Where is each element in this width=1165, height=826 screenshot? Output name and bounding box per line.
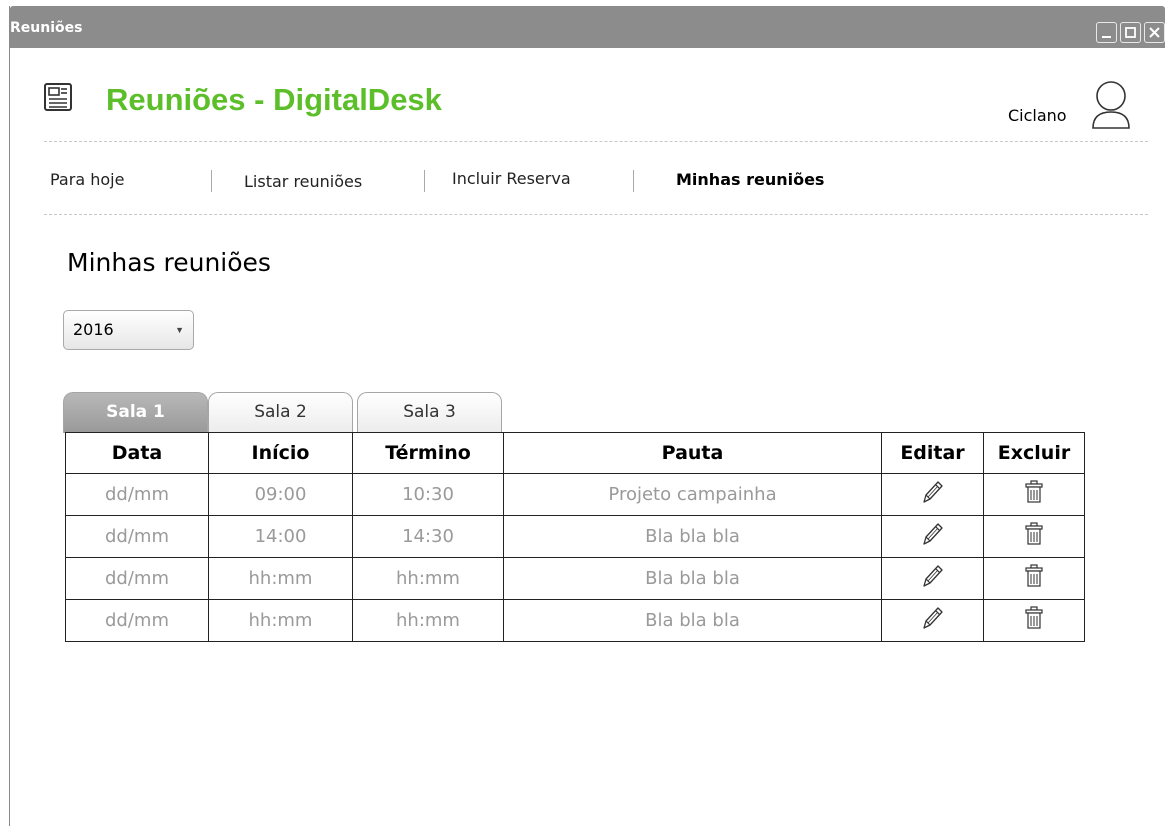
title-bar[interactable]: Reuniões [10, 6, 1165, 48]
cell-inicio: hh:mm [208, 557, 353, 600]
cell-inicio: 14:00 [208, 515, 353, 558]
cell-termino: 10:30 [352, 473, 504, 516]
minimize-button[interactable] [1096, 22, 1117, 43]
table-header-row: Data Início Término Pauta Editar Excluir [65, 432, 1085, 474]
column-header-termino: Término [352, 432, 504, 474]
cell-excluir [983, 557, 1085, 600]
close-icon [1149, 27, 1160, 38]
cell-termino: hh:mm [352, 557, 504, 600]
close-button[interactable] [1144, 22, 1165, 43]
edit-button[interactable] [922, 480, 944, 509]
meetings-table: Data Início Término Pauta Editar Excluir… [65, 432, 1085, 642]
table-row: dd/mm hh:mm hh:mm Bla bla bla [65, 599, 1085, 642]
cell-excluir [983, 473, 1085, 516]
nav-separator [424, 170, 425, 192]
nav-minhas-reunioes[interactable]: Minhas reuniões [676, 170, 824, 189]
chevron-down-icon: ▼ [175, 325, 184, 335]
cell-pauta: Bla bla bla [503, 599, 882, 642]
nav-divider [44, 214, 1148, 215]
cell-excluir [983, 515, 1085, 558]
delete-button[interactable] [1025, 564, 1043, 593]
column-header-data: Data [65, 432, 209, 474]
pencil-icon [922, 523, 943, 545]
cell-data: dd/mm [65, 515, 209, 558]
delete-button[interactable] [1025, 606, 1043, 635]
table-row: dd/mm 14:00 14:30 Bla bla bla [65, 515, 1085, 558]
nav-separator [211, 170, 212, 192]
year-select[interactable]: 2016 ▼ [63, 310, 194, 350]
cell-editar [881, 557, 984, 600]
trash-icon [1025, 480, 1043, 503]
cell-inicio: 09:00 [208, 473, 353, 516]
delete-button[interactable] [1025, 522, 1043, 551]
maximize-button[interactable] [1120, 22, 1141, 43]
cell-pauta: Bla bla bla [503, 557, 882, 600]
app-title: Reuniões - DigitalDesk [106, 82, 442, 117]
tab-sala-1[interactable]: Sala 1 [63, 392, 208, 433]
tab-sala-2[interactable]: Sala 2 [208, 392, 353, 433]
pencil-icon [922, 481, 943, 503]
tab-sala-3[interactable]: Sala 3 [357, 392, 502, 433]
window-controls [1096, 22, 1165, 43]
column-header-pauta: Pauta [503, 432, 882, 474]
nav-incluir-reserva[interactable]: Incluir Reserva [452, 169, 571, 188]
delete-button[interactable] [1025, 480, 1043, 509]
cell-editar [881, 515, 984, 558]
cell-inicio: hh:mm [208, 599, 353, 642]
nav-listar-reunioes[interactable]: Listar reuniões [244, 172, 362, 191]
cell-editar [881, 599, 984, 642]
cell-data: dd/mm [65, 473, 209, 516]
document-icon [44, 83, 72, 111]
edit-button[interactable] [922, 564, 944, 593]
page-title: Minhas reuniões [67, 248, 271, 277]
table-row: dd/mm hh:mm hh:mm Bla bla bla [65, 557, 1085, 600]
cell-data: dd/mm [65, 599, 209, 642]
minimize-icon [1102, 36, 1111, 38]
column-header-inicio: Início [208, 432, 353, 474]
table-row: dd/mm 09:00 10:30 Projeto campainha [65, 473, 1085, 516]
trash-icon [1025, 606, 1043, 629]
cell-excluir [983, 599, 1085, 642]
user-avatar-icon[interactable] [1088, 78, 1138, 134]
cell-termino: 14:30 [352, 515, 504, 558]
column-header-excluir: Excluir [983, 432, 1085, 474]
edit-button[interactable] [922, 606, 944, 635]
trash-icon [1025, 522, 1043, 545]
cell-termino: hh:mm [352, 599, 504, 642]
maximize-icon [1125, 27, 1136, 38]
user-name[interactable]: Ciclano [1008, 106, 1067, 125]
column-header-editar: Editar [881, 432, 984, 474]
pencil-icon [922, 607, 943, 629]
window-title: Reuniões [10, 20, 83, 36]
year-select-value: 2016 [73, 320, 114, 339]
edit-button[interactable] [922, 522, 944, 551]
cell-data: dd/mm [65, 557, 209, 600]
header-divider [44, 141, 1148, 142]
cell-editar [881, 473, 984, 516]
pencil-icon [922, 565, 943, 587]
trash-icon [1025, 564, 1043, 587]
nav-separator [633, 170, 634, 192]
nav-para-hoje[interactable]: Para hoje [50, 170, 124, 189]
cell-pauta: Bla bla bla [503, 515, 882, 558]
cell-pauta: Projeto campainha [503, 473, 882, 516]
